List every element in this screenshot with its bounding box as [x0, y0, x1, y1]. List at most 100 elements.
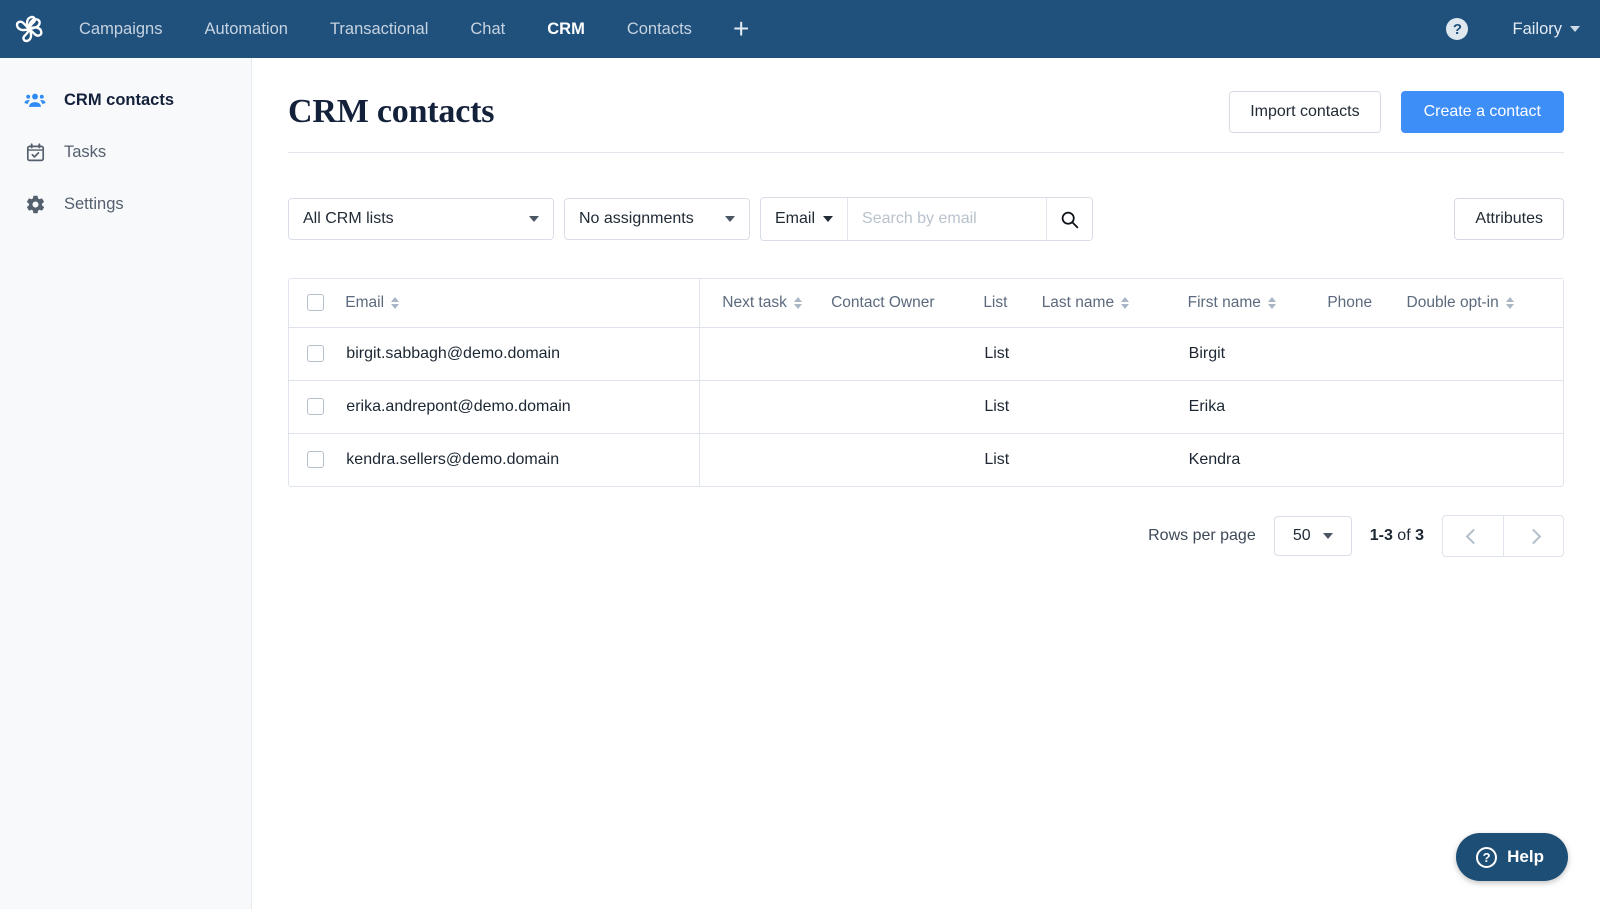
crm-list-select[interactable]: All CRM lists	[288, 198, 554, 240]
previous-page-button[interactable]	[1443, 516, 1503, 556]
add-nav-item-button[interactable]: +	[713, 0, 769, 58]
question-circle-icon: ?	[1476, 846, 1498, 868]
brevo-pinwheel-logo-icon	[15, 15, 43, 43]
column-header-phone[interactable]: Phone	[1327, 279, 1407, 328]
nav-item-crm[interactable]: CRM	[526, 0, 606, 58]
sidebar-item-label: Settings	[64, 194, 124, 213]
select-all-checkbox[interactable]	[307, 294, 324, 312]
contacts-table: Email Next task Contact Owner List Last …	[288, 278, 1564, 487]
column-label: Email	[345, 293, 385, 311]
column-header-first-name[interactable]: First name	[1187, 279, 1328, 328]
assignment-select[interactable]: No assignments	[564, 198, 750, 240]
nav-item-contacts[interactable]: Contacts	[606, 0, 713, 58]
account-name: Failory	[1512, 19, 1562, 38]
cell-double-opt-in	[1407, 433, 1563, 486]
chevron-down-icon	[529, 216, 539, 222]
table-row[interactable]: kendra.sellers@demo.domain List Kendra	[289, 433, 1563, 486]
sort-icon[interactable]	[1121, 296, 1130, 309]
row-select-cell	[289, 433, 345, 486]
column-header-contact-owner[interactable]: Contact Owner	[831, 279, 984, 328]
pagination-range-total: 3	[1415, 527, 1424, 544]
contacts-table-element: Email Next task Contact Owner List Last …	[289, 279, 1563, 486]
nav-item-campaigns[interactable]: Campaigns	[58, 0, 183, 58]
nav-item-chat[interactable]: Chat	[449, 0, 526, 58]
row-select-cell	[289, 380, 346, 434]
column-label: First name	[1187, 293, 1261, 311]
search-button[interactable]	[1046, 198, 1093, 240]
cell-double-opt-in	[1406, 327, 1563, 381]
row-checkbox[interactable]	[307, 345, 324, 362]
sidebar-item-tasks[interactable]: Tasks	[0, 132, 251, 172]
crm-list-select-value: All CRM lists	[303, 210, 394, 227]
help-widget-button[interactable]: ? Help	[1456, 833, 1568, 881]
cell-last-name	[1041, 327, 1188, 381]
column-header-double-opt-in[interactable]: Double opt-in	[1406, 279, 1563, 328]
search-group: Email	[760, 197, 1094, 241]
cell-next-task	[699, 380, 832, 434]
chevron-down-icon	[1322, 533, 1333, 539]
attributes-button[interactable]: Attributes	[1454, 198, 1564, 240]
table-row[interactable]: erika.andrepont@demo.domain List Erika	[289, 380, 1563, 434]
cell-last-name	[1042, 433, 1188, 486]
cell-first-name: Kendra	[1188, 450, 1241, 468]
row-checkbox[interactable]	[307, 398, 324, 415]
nav-item-automation[interactable]: Automation	[183, 0, 308, 58]
cell-phone	[1327, 327, 1407, 381]
calendar-check-icon	[24, 141, 46, 163]
cell-contact-owner	[831, 380, 984, 434]
cell-next-task	[699, 327, 832, 381]
create-contact-button[interactable]: Create a contact	[1400, 91, 1564, 133]
filter-bar: All CRM lists No assignments Email Searc…	[288, 153, 1564, 241]
table-head: Email Next task Contact Owner List Last …	[289, 279, 1563, 328]
page-header: CRM contacts Import contacts Create a co…	[288, 58, 1564, 152]
app-logo[interactable]	[0, 0, 58, 58]
next-page-button[interactable]	[1503, 516, 1563, 556]
cell-list: List	[983, 380, 1042, 434]
rows-per-page-label: Rows per page	[1148, 527, 1256, 544]
search-input[interactable]	[848, 198, 1047, 240]
cell-email: birgit.sabbagh@demo.domain	[345, 327, 701, 381]
chevron-down-icon	[823, 216, 834, 222]
row-checkbox[interactable]	[307, 451, 324, 469]
pagination-range: 1-3 of 3	[1370, 527, 1424, 545]
page-header-actions: Import contacts Create a contact	[1229, 91, 1564, 133]
column-label: Double opt-in	[1406, 293, 1499, 311]
page-title: CRM contacts	[288, 93, 495, 130]
row-select-cell	[289, 327, 346, 381]
rows-per-page-select[interactable]: 50	[1273, 516, 1352, 556]
column-header-email[interactable]: Email	[345, 279, 701, 328]
sidebar-item-crm-contacts[interactable]: CRM contacts	[0, 80, 251, 120]
column-label: Next task	[722, 293, 787, 311]
pagination-range-current: 1-3	[1369, 527, 1393, 544]
sidebar: CRM contacts Tasks Settings	[0, 58, 252, 909]
gear-icon	[24, 193, 46, 215]
sort-icon[interactable]	[1505, 296, 1514, 309]
table-row[interactable]: birgit.sabbagh@demo.domain List Birgit	[289, 327, 1563, 381]
cell-email: erika.andrepont@demo.domain	[345, 380, 701, 434]
sidebar-item-settings[interactable]: Settings	[0, 184, 251, 224]
help-widget-label: Help	[1507, 847, 1544, 866]
column-header-list[interactable]: List	[983, 279, 1042, 328]
cell-first-name: Erika	[1187, 380, 1328, 434]
chevron-right-icon	[1525, 528, 1542, 544]
cell-double-opt-in	[1406, 380, 1563, 434]
nav-item-transactional[interactable]: Transactional	[309, 0, 449, 58]
sort-icon[interactable]	[793, 296, 802, 309]
sort-icon[interactable]	[391, 296, 400, 309]
cell-next-task	[700, 433, 831, 486]
app-root: Campaigns Automation Transactional Chat …	[0, 0, 1600, 909]
column-label: Contact Owner	[831, 293, 935, 311]
account-menu[interactable]: Failory	[1512, 20, 1580, 39]
search-field-select[interactable]: Email	[761, 198, 849, 240]
column-header-last-name[interactable]: Last name	[1041, 279, 1188, 328]
pagination-bar: Rows per page 50 1-3 of 3	[288, 515, 1564, 557]
topnav-right-group: ? Failory	[1446, 0, 1600, 58]
sidebar-item-label: CRM contacts	[64, 90, 175, 109]
sort-icon[interactable]	[1267, 296, 1276, 309]
column-header-next-task[interactable]: Next task	[699, 279, 832, 328]
import-contacts-button[interactable]: Import contacts	[1229, 91, 1381, 133]
column-label: List	[983, 293, 1008, 311]
cell-contact-owner	[831, 433, 983, 486]
column-label: Phone	[1327, 293, 1373, 311]
help-icon[interactable]: ?	[1446, 18, 1469, 40]
